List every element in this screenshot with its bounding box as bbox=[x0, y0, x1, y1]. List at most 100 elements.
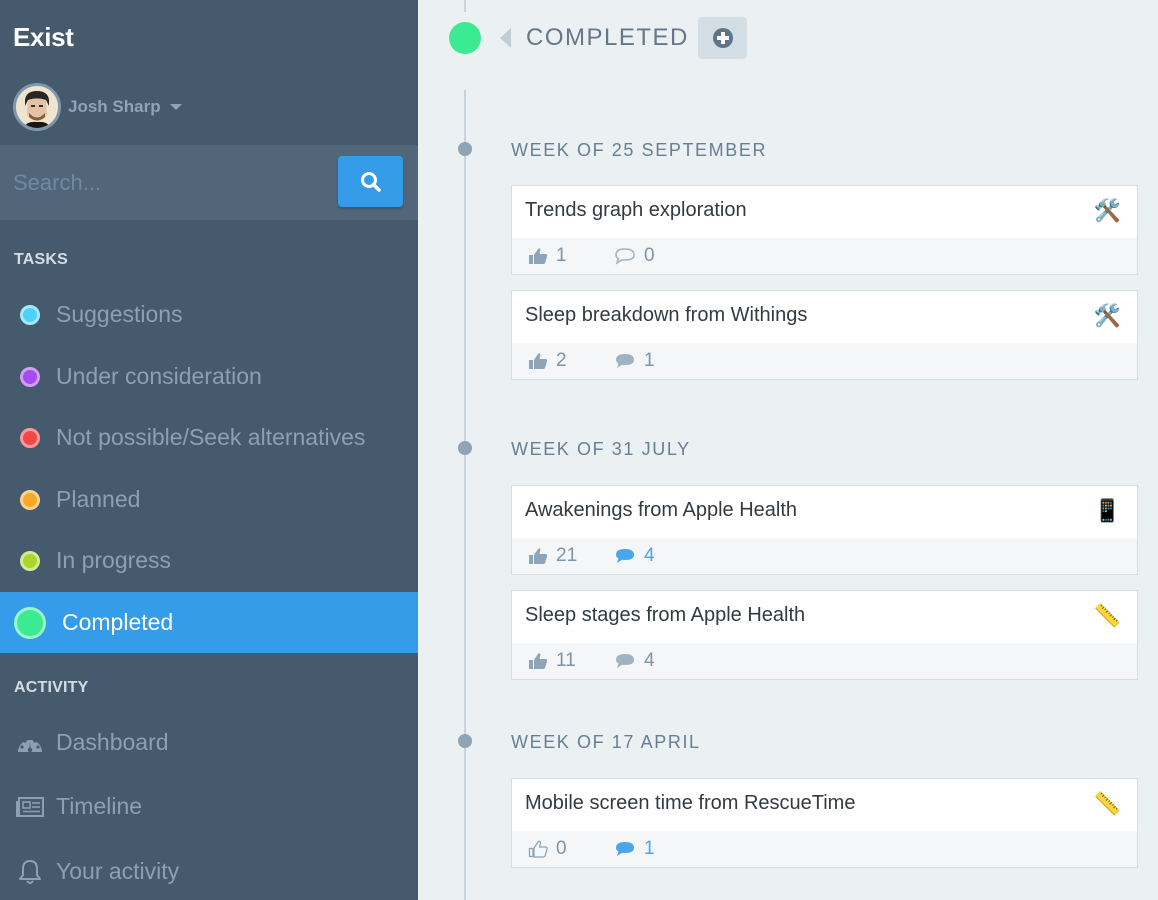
search-input[interactable] bbox=[0, 145, 330, 220]
sidebar-item-timeline[interactable]: Timeline bbox=[0, 776, 418, 837]
newspaper-icon bbox=[16, 793, 44, 821]
task-card[interactable]: Awakenings from Apple Health 📱 21 4 bbox=[511, 485, 1138, 575]
status-dot-icon bbox=[20, 550, 40, 571]
sidebar: Exist Josh Sharp TASKS Sugg bbox=[0, 0, 418, 900]
sidebar-item-label: Suggestions bbox=[56, 301, 183, 327]
like-count: 0 bbox=[556, 838, 567, 859]
plus-circle-icon bbox=[712, 28, 733, 48]
sidebar-item-completed[interactable]: Completed bbox=[0, 592, 418, 653]
user-menu[interactable]: Josh Sharp bbox=[13, 83, 182, 131]
sidebar-item-planned[interactable]: Planned bbox=[0, 469, 418, 530]
thumbs-up-outline-icon bbox=[528, 840, 548, 858]
comment-count: 0 bbox=[644, 245, 655, 266]
tools-icon: 🛠️ bbox=[1093, 198, 1121, 223]
week-heading: WEEK OF 25 SEPTEMBER bbox=[511, 140, 768, 160]
sidebar-item-label: Under consideration bbox=[56, 363, 262, 389]
card-footer: 11 4 bbox=[512, 643, 1137, 679]
status-dot-icon bbox=[20, 366, 40, 387]
comments-button[interactable]: 4 bbox=[614, 650, 655, 672]
like-button[interactable]: 0 bbox=[528, 838, 614, 860]
add-task-button[interactable] bbox=[698, 17, 747, 59]
sidebar-item-in-progress[interactable]: In progress bbox=[0, 530, 418, 591]
comments-button[interactable]: 1 bbox=[614, 350, 655, 372]
tasks-heading: TASKS bbox=[14, 251, 69, 268]
sidebar-item-your-activity[interactable]: Your activity bbox=[0, 841, 418, 900]
sidebar-item-label: Planned bbox=[56, 486, 141, 512]
like-button[interactable]: 21 bbox=[528, 545, 614, 567]
like-button[interactable]: 2 bbox=[528, 350, 614, 372]
status-dot-icon bbox=[449, 22, 481, 54]
timeline-line bbox=[464, 90, 466, 900]
card-footer: 0 1 bbox=[512, 831, 1137, 867]
like-button[interactable]: 11 bbox=[528, 650, 614, 672]
status-dot-icon bbox=[20, 304, 40, 325]
app-logo[interactable]: Exist bbox=[13, 22, 74, 53]
like-count: 21 bbox=[556, 545, 578, 566]
comment-count: 1 bbox=[644, 838, 655, 859]
comments-button[interactable]: 1 bbox=[614, 838, 655, 860]
task-title[interactable]: Sleep stages from Apple Health bbox=[525, 604, 805, 627]
card-footer: 2 1 bbox=[512, 343, 1137, 379]
like-count: 1 bbox=[556, 245, 567, 266]
comment-icon bbox=[616, 549, 634, 563]
status-dot-icon bbox=[20, 489, 40, 510]
card-footer: 1 0 bbox=[512, 238, 1137, 274]
mobile-phone-icon: 📱 bbox=[1093, 498, 1121, 523]
status-dot-icon bbox=[14, 606, 46, 639]
comment-icon bbox=[616, 842, 634, 856]
comment-outline-icon bbox=[615, 248, 635, 265]
dashboard-icon bbox=[16, 729, 44, 757]
sidebar-item-suggestions[interactable]: Suggestions bbox=[0, 284, 418, 345]
timeline-dot bbox=[458, 734, 472, 748]
status-dot-icon bbox=[20, 427, 40, 448]
thumbs-up-icon bbox=[529, 653, 548, 669]
previous-status-button[interactable] bbox=[500, 28, 511, 48]
comment-icon bbox=[616, 354, 634, 368]
user-name: Josh Sharp bbox=[68, 97, 161, 116]
sidebar-item-label: Dashboard bbox=[56, 729, 169, 755]
thumbs-up-icon bbox=[529, 353, 548, 369]
ruler-icon: 📏 bbox=[1093, 603, 1121, 628]
task-title[interactable]: Sleep breakdown from Withings bbox=[525, 304, 807, 327]
task-card[interactable]: Trends graph exploration 🛠️ 1 0 bbox=[511, 185, 1138, 275]
sidebar-item-dashboard[interactable]: Dashboard bbox=[0, 712, 418, 773]
search-button[interactable] bbox=[338, 156, 403, 207]
comments-button[interactable]: 0 bbox=[614, 245, 655, 267]
task-card[interactable]: Sleep breakdown from Withings 🛠️ 2 1 bbox=[511, 290, 1138, 380]
timeline-line bbox=[464, 0, 466, 12]
bell-icon bbox=[16, 858, 44, 886]
sidebar-item-label: In progress bbox=[56, 547, 172, 573]
search-bar bbox=[0, 145, 418, 220]
sidebar-item-not-possible[interactable]: Not possible/Seek alternatives bbox=[0, 407, 418, 468]
card-footer: 21 4 bbox=[512, 538, 1137, 574]
search-icon bbox=[360, 171, 381, 192]
task-title[interactable]: Awakenings from Apple Health bbox=[525, 499, 797, 522]
sidebar-item-label: Your activity bbox=[56, 858, 180, 884]
task-card[interactable]: Mobile screen time from RescueTime 📏 0 1 bbox=[511, 778, 1138, 868]
main-content: COMPLETED WEEK OF 25 SEPTEMBER Trends gr… bbox=[418, 0, 1158, 900]
comment-count: 4 bbox=[644, 545, 655, 566]
sidebar-item-label: Not possible/Seek alternatives bbox=[56, 424, 366, 450]
comment-count: 1 bbox=[644, 350, 655, 371]
comments-button[interactable]: 4 bbox=[614, 545, 655, 567]
comment-icon bbox=[616, 654, 634, 668]
task-card[interactable]: Sleep stages from Apple Health 📏 11 4 bbox=[511, 590, 1138, 680]
task-title[interactable]: Trends graph exploration bbox=[525, 199, 747, 222]
sidebar-item-label: Completed bbox=[62, 609, 174, 635]
week-heading: WEEK OF 31 JULY bbox=[511, 439, 691, 459]
comment-count: 4 bbox=[644, 650, 655, 671]
thumbs-up-icon bbox=[529, 548, 548, 564]
timeline-dot bbox=[458, 142, 472, 156]
week-heading: WEEK OF 17 APRIL bbox=[511, 732, 701, 752]
timeline-dot bbox=[458, 441, 472, 455]
tools-icon: 🛠️ bbox=[1093, 303, 1121, 328]
like-button[interactable]: 1 bbox=[528, 245, 614, 267]
activity-heading: ACTIVITY bbox=[14, 679, 89, 696]
sidebar-item-label: Timeline bbox=[56, 793, 143, 819]
ruler-icon: 📏 bbox=[1093, 791, 1121, 816]
task-title[interactable]: Mobile screen time from RescueTime bbox=[525, 792, 855, 815]
page-title: COMPLETED bbox=[526, 24, 689, 51]
thumbs-up-icon bbox=[529, 248, 548, 264]
like-count: 2 bbox=[556, 350, 567, 371]
sidebar-item-under-consideration[interactable]: Under consideration bbox=[0, 346, 418, 407]
